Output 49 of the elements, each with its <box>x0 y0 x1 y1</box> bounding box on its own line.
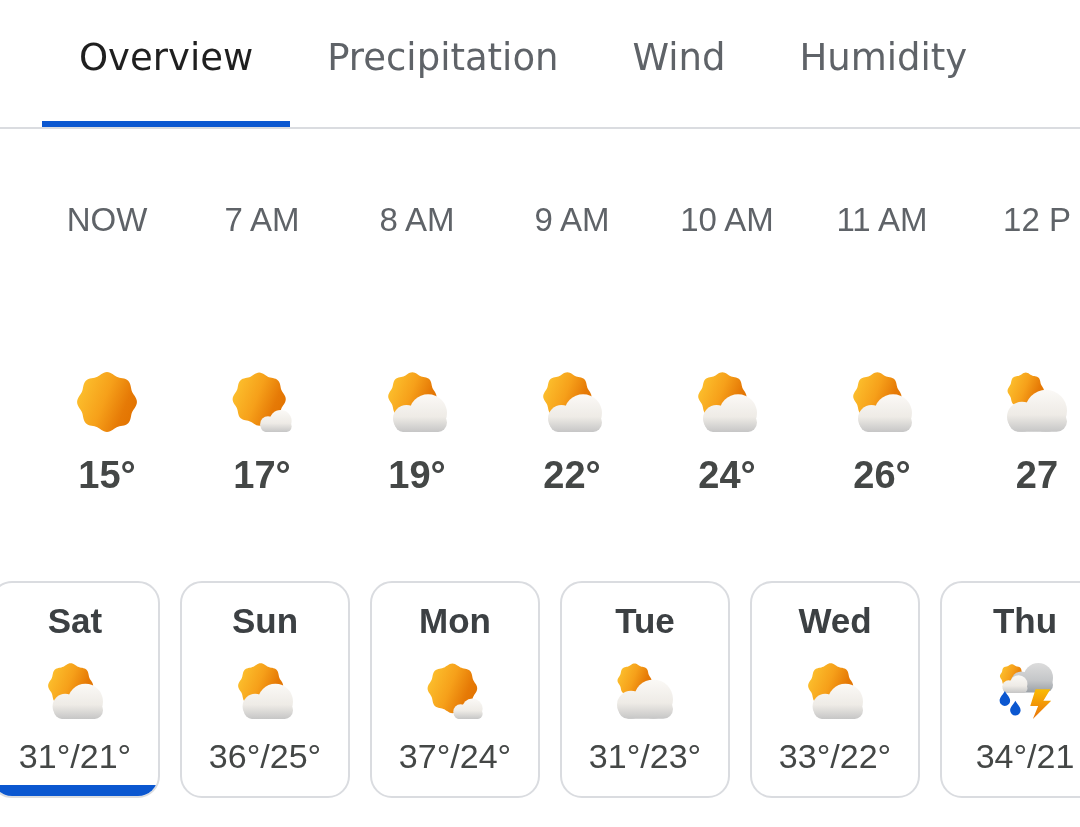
day-card[interactable]: Tue 31°/23° <box>560 581 730 798</box>
hourly-temperature: 24° <box>698 453 756 497</box>
sun-cloud-icon <box>852 372 912 432</box>
tab[interactable]: Humidity <box>762 0 1005 127</box>
hour-label: 7 AM <box>224 200 300 240</box>
hour-label: 10 AM <box>680 200 774 240</box>
hourly-temperature: 27 <box>1015 453 1059 497</box>
cloud-sun-icon <box>1007 372 1067 432</box>
hourly-temperature: 19° <box>388 453 446 497</box>
temperature-range: 34°/21 <box>975 736 1075 776</box>
day-name: Thu <box>992 601 1058 641</box>
sun-small-cloud-icon <box>427 663 483 719</box>
sun-cloud-icon <box>237 663 293 719</box>
temperature-range: 31°/21° <box>18 736 132 776</box>
day-name: Sat <box>47 601 103 641</box>
day-card[interactable]: Sun 36°/25° <box>180 581 350 798</box>
day-name: Tue <box>615 601 675 641</box>
day-card[interactable]: Wed 33°/22° <box>750 581 920 798</box>
sun-cloud-icon <box>387 372 447 432</box>
hour-label: 9 AM <box>534 200 610 240</box>
temperature-range: 31°/23° <box>588 736 702 776</box>
day-card[interactable]: Thu 34°/21 <box>940 581 1080 798</box>
temperature-range: 36°/25° <box>208 736 322 776</box>
tab[interactable]: Precipitation <box>290 0 596 127</box>
temperature-range: 33°/22° <box>778 736 892 776</box>
hour-label: NOW <box>66 200 148 240</box>
sun-icon <box>77 372 137 432</box>
sun-cloud-icon <box>47 663 103 719</box>
hour-label: 12 P <box>1003 200 1071 240</box>
day-card[interactable]: Mon 37°/24° <box>370 581 540 798</box>
cloud-rain-lightning-icon <box>997 663 1053 719</box>
hourly-temperature: 17° <box>233 453 291 497</box>
sun-small-cloud-icon <box>232 372 292 432</box>
day-name: Wed <box>798 601 872 641</box>
hourly-temperature: 22° <box>543 453 601 497</box>
hourly-temperature: 26° <box>853 453 911 497</box>
hourly-temperature: 15° <box>78 453 136 497</box>
sun-cloud-icon <box>697 372 757 432</box>
day-card[interactable]: Sat 31°/21° <box>0 581 160 798</box>
hour-label: 8 AM <box>379 200 455 240</box>
tab[interactable]: Wind <box>595 0 763 127</box>
sun-cloud-icon <box>542 372 602 432</box>
day-name: Sun <box>231 601 299 641</box>
day-name: Mon <box>419 601 491 641</box>
cloud-sun-icon <box>617 663 673 719</box>
hour-label: 11 AM <box>836 200 928 240</box>
tab[interactable]: Overview <box>42 0 291 127</box>
temperature-range: 37°/24° <box>398 736 512 776</box>
sun-cloud-icon <box>807 663 863 719</box>
